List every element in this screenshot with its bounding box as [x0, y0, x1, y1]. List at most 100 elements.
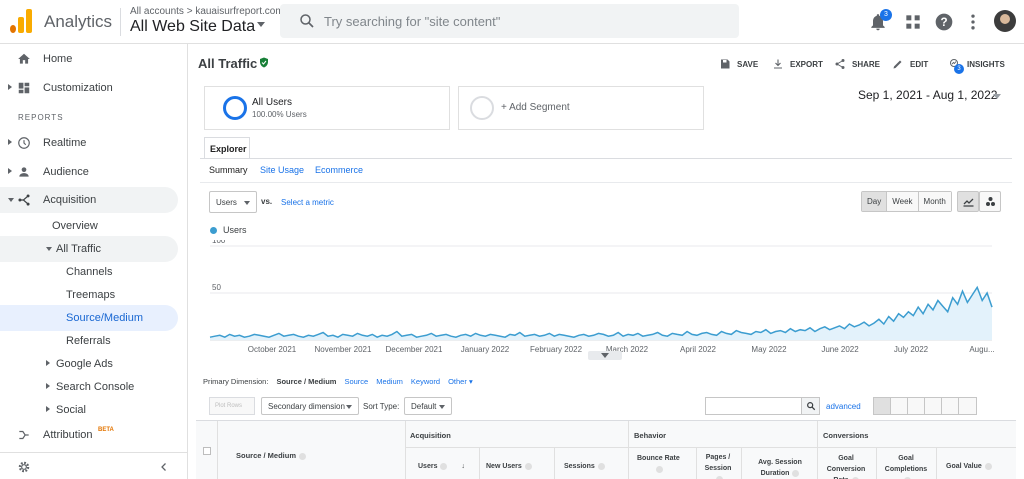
- secondary-dimension-select[interactable]: Secondary dimension: [261, 397, 359, 415]
- apps-grid-icon[interactable]: [903, 12, 923, 32]
- notification-count-badge: 3: [880, 9, 892, 21]
- segment-ring-icon: [223, 96, 247, 120]
- divider: [405, 421, 406, 479]
- column-new-users[interactable]: New Users: [486, 461, 532, 472]
- group-behavior: Behavior: [634, 431, 667, 440]
- beta-badge: BETA: [98, 427, 114, 433]
- more-vert-icon[interactable]: [963, 12, 983, 32]
- share-button[interactable]: SHARE: [834, 58, 880, 70]
- advanced-filter-link[interactable]: advanced: [826, 402, 861, 411]
- analytics-logo-icon[interactable]: [10, 9, 32, 33]
- dashboard-icon: [18, 82, 30, 94]
- column-avg-session-duration[interactable]: Avg. Session Duration: [750, 457, 810, 479]
- dimension-source-medium[interactable]: Source / Medium: [276, 377, 336, 386]
- metric-select[interactable]: Users: [209, 191, 257, 213]
- sidebar-item-label: Search Console: [56, 381, 135, 393]
- granularity-day-button[interactable]: Day: [862, 192, 888, 211]
- avatar[interactable]: [994, 10, 1016, 32]
- dimension-keyword[interactable]: Keyword: [411, 377, 440, 386]
- tab-explorer[interactable]: Explorer: [204, 137, 250, 159]
- sort-type-select[interactable]: Default: [404, 397, 452, 415]
- chevron-down-icon[interactable]: [257, 22, 265, 27]
- property-selector[interactable]: All Web Site Data: [130, 18, 255, 36]
- legend-marker-users: [210, 227, 217, 234]
- column-source-medium[interactable]: Source / Medium: [236, 451, 307, 460]
- column-goal-value[interactable]: Goal Value: [946, 461, 992, 472]
- export-button[interactable]: EXPORT: [772, 58, 823, 70]
- share-label: SHARE: [852, 59, 881, 69]
- sidebar-item-attribution[interactable]: Attribution BETA: [0, 422, 178, 448]
- subtab-ecommerce[interactable]: Ecommerce: [315, 165, 363, 175]
- primary-dimension-bar: Primary Dimension: Source / Medium Sourc…: [203, 377, 473, 386]
- help-icon[interactable]: ?: [934, 12, 954, 32]
- divider: [405, 447, 1016, 448]
- x-tick-label: July 2022: [894, 345, 929, 354]
- chevron-right-icon: [8, 168, 12, 174]
- sidebar-item-audience[interactable]: Audience: [0, 159, 178, 185]
- pencil-icon: [893, 60, 902, 69]
- divider: [696, 448, 697, 479]
- column-goal-conversion-rate[interactable]: Goal Conversion Rate: [820, 453, 872, 479]
- select-metric-link[interactable]: Select a metric: [281, 198, 334, 207]
- account-breadcrumb[interactable]: All accounts > kauaisurfreport.com: [130, 6, 284, 17]
- segment-all-users[interactable]: All Users 100.00% Users: [204, 86, 450, 130]
- line-chart-toggle[interactable]: [957, 191, 979, 212]
- divider: [936, 448, 937, 479]
- help-icon: [984, 462, 992, 470]
- table-header: Source / Medium Acquisition Behavior Con…: [196, 420, 1016, 479]
- legend-label-users: Users: [223, 225, 247, 235]
- date-range-picker[interactable]: Sep 1, 2021 - Aug 1, 2022: [858, 88, 997, 102]
- subtab-summary[interactable]: Summary: [209, 165, 248, 175]
- sidebar-item-realtime[interactable]: Realtime: [0, 130, 178, 156]
- sidebar-item-acquisition[interactable]: Acquisition: [0, 187, 178, 213]
- home-icon: [18, 53, 30, 64]
- table-filter-search-button[interactable]: [801, 397, 820, 415]
- view-term-cloud-button[interactable]: [942, 398, 959, 414]
- divider: [817, 421, 818, 479]
- granularity-month-button[interactable]: Month: [918, 192, 951, 211]
- dimension-source[interactable]: Source: [344, 377, 368, 386]
- metric-select-value: Users: [216, 198, 237, 207]
- granularity-week-button[interactable]: Week: [887, 192, 919, 211]
- save-button[interactable]: SAVE: [719, 58, 758, 70]
- plot-rows-button[interactable]: Plot Rows: [209, 397, 255, 415]
- add-segment-button[interactable]: + Add Segment: [458, 86, 704, 130]
- download-icon: [774, 59, 782, 69]
- dimension-other[interactable]: Other ▾: [448, 377, 473, 386]
- reports-section-title: REPORTS: [18, 113, 64, 122]
- column-pages-session[interactable]: Pages / Session: [700, 452, 736, 479]
- sidebar-item-social[interactable]: Social: [0, 397, 178, 423]
- sidebar-item-customization[interactable]: Customization: [0, 75, 178, 101]
- column-users[interactable]: Users ↓: [418, 461, 465, 472]
- motion-chart-toggle[interactable]: [979, 191, 1001, 212]
- table-filter-input[interactable]: [705, 397, 805, 415]
- view-data-table-button[interactable]: [874, 398, 891, 414]
- edit-button[interactable]: EDIT: [892, 58, 928, 70]
- series-area-users: [210, 287, 992, 340]
- column-sessions[interactable]: Sessions: [564, 461, 605, 472]
- chart-scroll-handle[interactable]: [588, 351, 622, 360]
- segment-name: All Users: [252, 97, 293, 108]
- gear-icon[interactable]: [17, 460, 31, 474]
- collapse-sidebar-icon[interactable]: [158, 461, 170, 473]
- x-tick-label: February 2022: [530, 345, 583, 354]
- divider: [479, 448, 480, 479]
- top-bar: Analytics All accounts > kauaisurfreport…: [0, 0, 1024, 44]
- subtab-site-usage[interactable]: Site Usage: [260, 165, 304, 175]
- chevron-down-icon: [346, 405, 352, 409]
- column-goal-completions[interactable]: Goal Completions: [880, 453, 932, 479]
- view-pivot-button[interactable]: [959, 398, 976, 414]
- search-input[interactable]: [280, 4, 739, 38]
- view-performance-button[interactable]: [908, 398, 925, 414]
- column-bounce-rate[interactable]: Bounce Rate: [637, 453, 680, 475]
- sidebar-item-home[interactable]: Home: [0, 46, 178, 72]
- view-comparison-button[interactable]: [925, 398, 942, 414]
- dimension-medium[interactable]: Medium: [376, 377, 403, 386]
- select-all-checkbox[interactable]: [203, 447, 211, 455]
- sidebar-item-label: Source/Medium: [66, 312, 144, 324]
- x-tick-label: April 2022: [680, 345, 717, 354]
- chevron-right-icon: [8, 139, 12, 145]
- view-pie-button[interactable]: [891, 398, 908, 414]
- sidebar: Home Customization REPORTS Realtime Audi…: [0, 44, 188, 479]
- chevron-down-icon[interactable]: [993, 94, 1001, 99]
